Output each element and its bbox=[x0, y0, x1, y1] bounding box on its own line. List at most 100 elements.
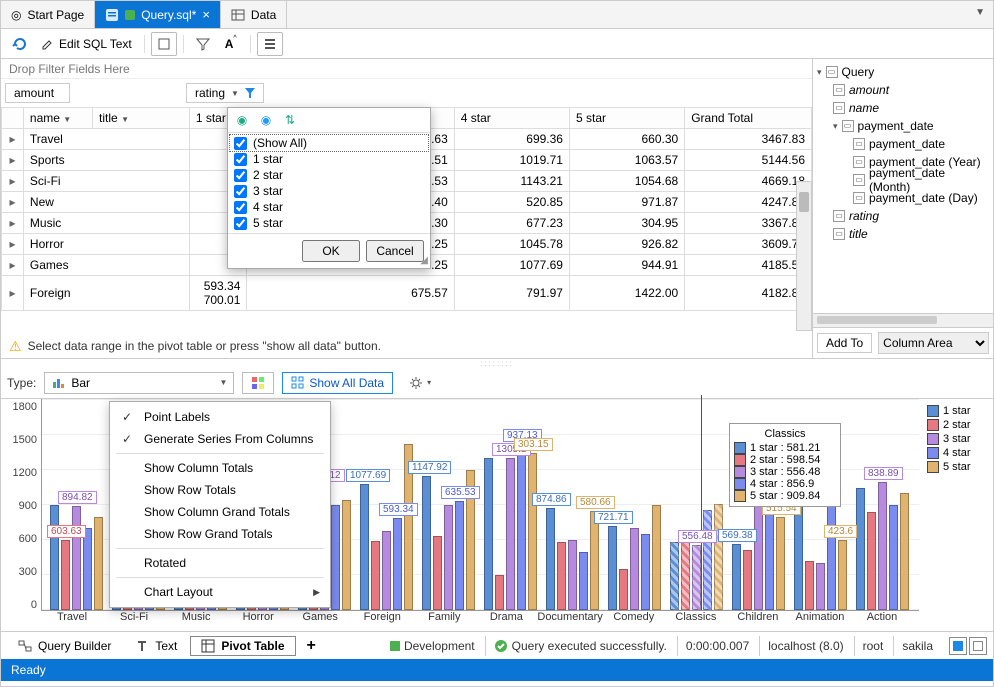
menu-item[interactable]: Show Row Totals bbox=[110, 479, 330, 501]
bar[interactable] bbox=[495, 575, 504, 610]
filter-item[interactable]: 5 star bbox=[230, 215, 428, 231]
bar[interactable] bbox=[867, 512, 876, 610]
add-tab-button[interactable]: + bbox=[298, 636, 325, 656]
format-button[interactable]: A^ bbox=[218, 32, 244, 56]
fields-tree[interactable]: ▾▭Query ▭amount ▭name ▾▭payment_date ▭pa… bbox=[813, 59, 993, 313]
menu-item[interactable]: ✓Point Labels bbox=[110, 406, 330, 428]
filter-popup-icon2[interactable]: ◉ bbox=[258, 112, 274, 128]
bar[interactable] bbox=[838, 540, 847, 610]
tab-data[interactable]: Data bbox=[221, 1, 287, 28]
tree-field[interactable]: amount bbox=[849, 83, 889, 97]
bar-group[interactable] bbox=[852, 482, 912, 610]
filter-ok-button[interactable]: OK bbox=[302, 240, 360, 262]
tree-field[interactable]: payment_date bbox=[869, 137, 945, 151]
bar[interactable] bbox=[590, 511, 599, 610]
bar[interactable] bbox=[856, 488, 865, 611]
row-field-name[interactable]: name bbox=[30, 111, 60, 125]
filter-checkbox[interactable] bbox=[234, 201, 247, 214]
bar[interactable] bbox=[776, 517, 785, 610]
bar[interactable] bbox=[703, 510, 712, 610]
bar[interactable] bbox=[568, 540, 577, 610]
bar[interactable] bbox=[484, 458, 493, 610]
bar[interactable] bbox=[681, 540, 690, 610]
bar[interactable] bbox=[743, 550, 752, 610]
filter-button[interactable] bbox=[190, 32, 216, 56]
bar[interactable] bbox=[371, 541, 380, 610]
filter-item[interactable]: 3 star bbox=[230, 183, 428, 199]
filter-checkbox[interactable] bbox=[234, 153, 247, 166]
tree-horizontal-scrollbar[interactable] bbox=[813, 313, 993, 327]
view-mode-empty[interactable] bbox=[969, 637, 987, 655]
bar[interactable] bbox=[422, 476, 431, 610]
bar[interactable] bbox=[765, 505, 774, 610]
bar[interactable] bbox=[889, 505, 898, 610]
bar[interactable] bbox=[805, 561, 814, 610]
clear-button[interactable] bbox=[151, 32, 177, 56]
bar[interactable] bbox=[692, 545, 701, 610]
bar-group[interactable] bbox=[480, 444, 540, 610]
bar[interactable] bbox=[444, 505, 453, 610]
bar[interactable] bbox=[72, 506, 81, 610]
menu-item[interactable]: Rotated bbox=[110, 552, 330, 574]
bar[interactable] bbox=[455, 501, 464, 610]
bar[interactable] bbox=[732, 544, 741, 610]
filter-checkbox[interactable] bbox=[234, 185, 247, 198]
bar[interactable] bbox=[433, 536, 442, 610]
bar[interactable] bbox=[94, 517, 103, 610]
filter-checkbox[interactable] bbox=[234, 137, 247, 150]
filter-item[interactable]: 2 star bbox=[230, 167, 428, 183]
column-field-rating[interactable]: rating▼ bbox=[186, 83, 264, 103]
refresh-button[interactable] bbox=[7, 32, 33, 56]
tree-field[interactable]: payment_date (Month) bbox=[869, 166, 989, 194]
bar[interactable] bbox=[816, 563, 825, 610]
filter-item[interactable]: 1 star bbox=[230, 151, 428, 167]
show-all-data-button[interactable]: Show All Data bbox=[282, 372, 393, 394]
splitter-grip[interactable]: :::::::: bbox=[1, 359, 993, 367]
bar[interactable] bbox=[608, 526, 617, 610]
pivot-row[interactable]: ▸Foreign593.34 700.01675.57791.971422.00… bbox=[2, 276, 812, 311]
filter-popup-icon1[interactable]: ◉ bbox=[234, 112, 250, 128]
bar[interactable] bbox=[579, 552, 588, 610]
menu-item[interactable]: ✓Generate Series From Columns bbox=[110, 428, 330, 450]
bar[interactable] bbox=[342, 500, 351, 610]
bar[interactable] bbox=[382, 531, 391, 610]
tab-query-sql[interactable]: Query.sql* × bbox=[95, 1, 221, 28]
filter-popup-icon3[interactable]: ⇅ bbox=[282, 112, 298, 128]
chart-type-select[interactable]: Bar ▼ bbox=[44, 372, 234, 394]
tab-pivot-table[interactable]: Pivot Table bbox=[190, 636, 295, 656]
filter-checkbox[interactable] bbox=[234, 217, 247, 230]
bar-group[interactable] bbox=[542, 508, 602, 610]
tree-field[interactable]: title bbox=[849, 227, 868, 241]
filter-item[interactable]: (Show All) bbox=[230, 135, 428, 151]
filter-cancel-button[interactable]: Cancel bbox=[366, 240, 424, 262]
filter-drop-zone[interactable]: Drop Filter Fields Here bbox=[1, 59, 812, 79]
bar[interactable] bbox=[546, 508, 555, 610]
bar[interactable] bbox=[670, 542, 679, 610]
tree-node-query[interactable]: Query bbox=[842, 65, 875, 79]
bar[interactable] bbox=[50, 505, 59, 610]
tree-field[interactable]: rating bbox=[849, 209, 879, 223]
col-header[interactable]: 5 star bbox=[569, 108, 684, 129]
tree-group[interactable]: payment_date bbox=[858, 119, 934, 133]
col-header[interactable]: 4 star bbox=[454, 108, 569, 129]
bar[interactable] bbox=[506, 458, 515, 610]
tree-field[interactable]: payment_date (Day) bbox=[869, 191, 978, 205]
bar[interactable] bbox=[641, 534, 650, 610]
menu-item[interactable]: Show Column Grand Totals bbox=[110, 501, 330, 523]
bar[interactable] bbox=[619, 569, 628, 610]
bar[interactable] bbox=[557, 542, 566, 610]
menu-item[interactable]: Chart Layout▶ bbox=[110, 581, 330, 603]
add-to-target-select[interactable]: Column Area bbox=[878, 332, 989, 354]
view-mode-filled[interactable] bbox=[949, 637, 967, 655]
tree-field[interactable]: name bbox=[849, 101, 879, 115]
bar[interactable] bbox=[393, 518, 402, 610]
bar[interactable] bbox=[360, 484, 369, 610]
row-field-title[interactable]: title bbox=[99, 111, 118, 125]
bar[interactable] bbox=[61, 540, 70, 610]
menu-item[interactable]: Show Row Grand Totals bbox=[110, 523, 330, 545]
edit-sql-text-button[interactable]: Edit SQL Text bbox=[35, 32, 138, 56]
close-icon[interactable]: × bbox=[202, 7, 210, 22]
bar[interactable] bbox=[900, 493, 909, 610]
filter-field-amount[interactable]: amount bbox=[5, 83, 70, 103]
bar[interactable] bbox=[528, 453, 537, 611]
